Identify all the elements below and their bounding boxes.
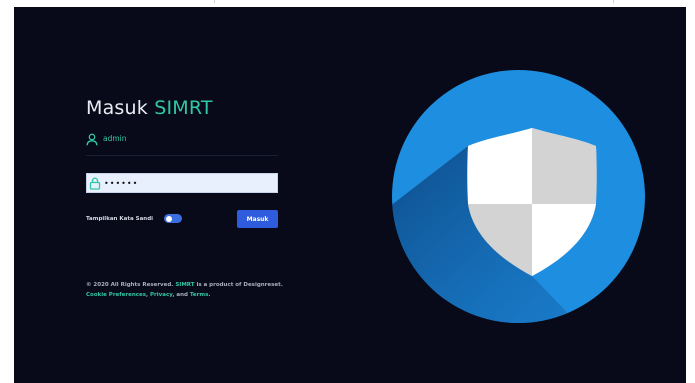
cookie-preferences-link[interactable]: Cookie Preferences	[86, 292, 146, 298]
password-field[interactable]	[86, 173, 278, 193]
user-icon	[86, 133, 98, 146]
footer-and: , and	[172, 291, 188, 298]
title-prefix: Masuk	[86, 97, 148, 119]
show-password-toggle[interactable]	[164, 214, 182, 223]
shield-icon	[392, 70, 645, 323]
username-field[interactable]: admin	[86, 131, 278, 156]
page-title: Masuk SIMRT	[86, 97, 213, 119]
footer-company: Designreset.	[243, 281, 283, 288]
footer-brand-link[interactable]: SIMRT	[175, 282, 194, 288]
login-panel: Masuk SIMRT admin Tampilkan Kata Sandi M…	[14, 7, 686, 383]
privacy-link[interactable]: Privacy	[150, 292, 172, 298]
submit-button[interactable]: Masuk	[237, 210, 278, 228]
footer-product-text: is a product of	[196, 281, 242, 288]
show-password-label: Tampilkan Kata Sandi	[86, 216, 154, 222]
footer-text: © 2020 All Rights Reserved. SIMRT is a p…	[86, 280, 286, 300]
footer-separator: ,	[146, 291, 149, 298]
top-window-edge	[214, 0, 614, 3]
password-input[interactable]	[104, 176, 274, 190]
footer-copyright: © 2020 All Rights Reserved.	[86, 281, 174, 288]
terms-link[interactable]: Terms	[190, 292, 208, 298]
toggle-knob	[166, 215, 172, 222]
lock-icon	[89, 177, 101, 190]
footer-end: .	[208, 291, 211, 298]
username-value: admin	[103, 134, 127, 143]
shield-illustration	[392, 70, 645, 323]
title-brand: SIMRT	[154, 97, 213, 119]
